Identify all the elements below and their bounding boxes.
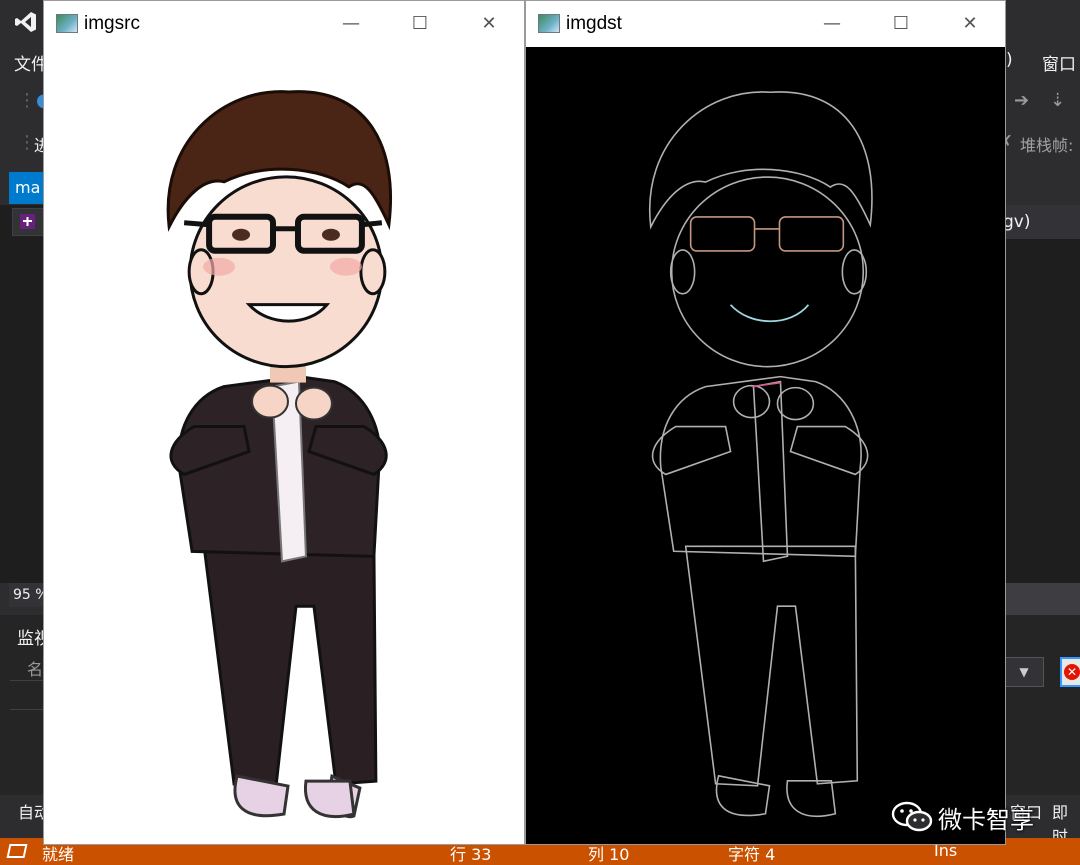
chevron-down-icon: ▼ bbox=[1019, 665, 1029, 679]
navigation-project-icon[interactable] bbox=[12, 208, 46, 236]
menu-paren[interactable]: ) bbox=[1006, 50, 1013, 70]
minimize-button[interactable]: — bbox=[817, 9, 847, 39]
maximize-button[interactable]: ☐ bbox=[886, 9, 916, 39]
step-over-icon[interactable]: ➔ bbox=[1014, 90, 1029, 111]
cartoon-man-image bbox=[166, 90, 392, 819]
edge-detected-image bbox=[526, 47, 1005, 844]
clear-button[interactable]: ✕ bbox=[1060, 657, 1080, 687]
watch-name-column: 名 bbox=[27, 660, 44, 679]
close-button[interactable]: ✕ bbox=[474, 9, 504, 39]
status-ready-icon bbox=[6, 844, 28, 858]
minimize-button[interactable]: — bbox=[336, 9, 366, 39]
watch-dropdown[interactable]: ▼ bbox=[1004, 657, 1044, 687]
edge-outline-image bbox=[648, 91, 873, 818]
close-button[interactable]: ✕ bbox=[955, 9, 985, 39]
watch-grid[interactable] bbox=[10, 680, 46, 710]
error-x-icon: ✕ bbox=[1064, 664, 1080, 680]
toolbar-grip-icon: ⋮ bbox=[18, 90, 36, 111]
imgdst-titlebar[interactable]: imgdst — ☐ ✕ bbox=[526, 1, 1005, 47]
app-icon bbox=[56, 14, 78, 33]
source-image bbox=[44, 47, 524, 844]
navigation-member-dropdown[interactable]: gv) bbox=[1003, 205, 1080, 239]
window-title: imgdst bbox=[566, 13, 622, 34]
imgsrc-window[interactable]: imgsrc — ☐ ✕ bbox=[43, 0, 525, 845]
menu-window[interactable]: 窗口 bbox=[1042, 50, 1076, 75]
window-title: imgsrc bbox=[84, 13, 140, 34]
step-into-icon[interactable]: ⇣ bbox=[1050, 90, 1065, 111]
imgdst-window[interactable]: imgdst — ☐ ✕ bbox=[525, 0, 1006, 845]
horizontal-scrollbar[interactable] bbox=[1003, 583, 1080, 617]
maximize-button[interactable]: ☐ bbox=[405, 9, 435, 39]
wechat-icon bbox=[891, 801, 933, 832]
visual-studio-logo-icon bbox=[15, 12, 36, 32]
stack-frame-label: 堆栈帧: bbox=[1020, 136, 1074, 155]
watermark-text: 微卡智享 bbox=[938, 806, 1034, 834]
imgsrc-titlebar[interactable]: imgsrc — ☐ ✕ bbox=[44, 1, 524, 47]
app-icon bbox=[538, 14, 560, 33]
